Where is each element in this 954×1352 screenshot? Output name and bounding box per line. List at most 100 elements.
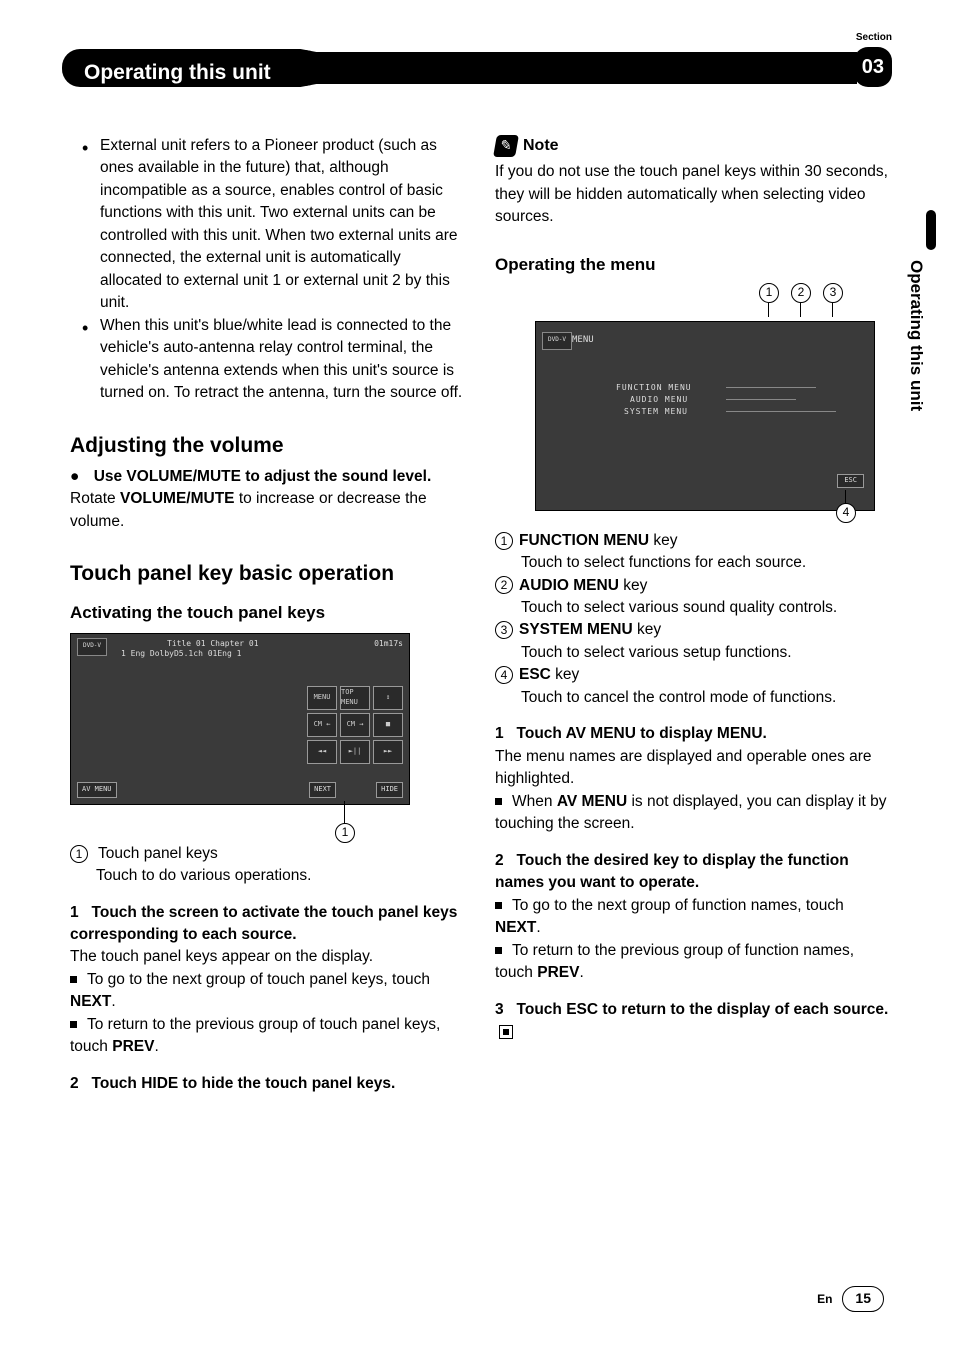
legend-desc: Touch to do various operations. [70,865,465,887]
legend-num: 1 [495,532,513,550]
text-bold: NEXT [495,919,536,936]
fig-btn[interactable]: ↕ [373,686,403,710]
footer-page: 15 [842,1286,884,1312]
square-bullet-icon [495,947,502,954]
heading-adjusting-volume: Adjusting the volume [70,431,465,460]
legend-desc: Touch to select various sound quality co… [495,597,890,619]
fig-menu-leaders [726,387,836,423]
fig-btn[interactable]: CM → [340,713,370,737]
figure-menu: DVD-V MENU FUNCTION MENU AUDIO MENU SYST… [535,321,875,511]
header-title: Operating this unit [62,49,857,87]
footer-lang: En [817,1291,832,1308]
fig-leader [832,303,833,317]
legend-num: 1 [70,845,88,863]
legend-desc: Touch to select functions for each sourc… [495,552,890,574]
text-bold: PREV [537,964,579,981]
fig-btn[interactable]: TOP MENU [340,686,370,710]
step: 1 Touch the screen to activate the touch… [70,902,465,947]
step-sub: To return to the previous group of funct… [495,940,890,985]
step-num: 1 [70,904,79,921]
legend-row: 4 ESC key [495,664,890,686]
step-line: The touch panel keys appear on the displ… [70,946,465,968]
fig-callout: 2 [791,283,811,303]
sidebar-text: Operating this unit [904,260,928,411]
note-icon: ✎ [493,135,519,157]
legend-row: 2AUDIO MENU key [495,575,890,597]
step-sub: To return to the previous group of touch… [70,1014,465,1059]
fig-esc-btn[interactable]: ESC [837,474,864,488]
fig-btn[interactable]: ■ [373,713,403,737]
intro-bullet: When this unit's blue/white lead is conn… [86,315,465,405]
fig-callout: 4 [836,503,856,523]
left-column: External unit refers to a Pioneer produc… [70,135,465,1095]
legend-tail: key [551,666,579,683]
adjust-body: Rotate VOLUME/MUTE to increase or decrea… [70,488,465,533]
fig-callout: 1 [335,823,355,843]
legend-bold: SYSTEM MENU [519,621,633,638]
step: 2 Touch the desired key to display the f… [495,850,890,895]
fig-leader [800,303,801,317]
header-section: Section 03 [854,31,892,87]
fig-info-line: 1 Eng DolbyD5.1ch 01Eng 1 [121,648,241,659]
fig-btn[interactable]: MENU [307,686,337,710]
fig-hide-btn[interactable]: HIDE [376,782,403,798]
fig-btn[interactable]: ►► [373,740,403,764]
fig-avmenu-btn[interactable]: AV MENU [77,782,117,798]
fig-legend: 1 Touch panel keys [70,843,465,865]
step-bold: Touch the desired key to display the fun… [495,852,849,891]
step: 3 Touch ESC to return to the display of … [495,999,890,1044]
bullet-dot: ● [70,468,79,485]
fig-callout: 3 [823,283,843,303]
figure-touch-panel: DVD-V Title 01 Chapter 01 01m17s 1 Eng D… [70,633,410,805]
step-bold: Touch AV MENU to display MENU. [517,725,767,742]
legend-bold: FUNCTION MENU [519,532,649,549]
step-bold: Touch ESC to return to the display of ea… [517,1001,889,1018]
text: To go to the next group of function name… [512,897,844,914]
fig-menu-item[interactable]: FUNCTION MENU [616,382,692,394]
heading-operating-menu: Operating the menu [495,253,890,277]
legend-tail: key [619,577,647,594]
step-bold: Touch HIDE to hide the touch panel keys. [92,1075,396,1092]
fig-menu-item[interactable]: AUDIO MENU [616,394,692,406]
fig-next-btn[interactable]: NEXT [309,782,336,798]
fig-elapsed: 01m17s [374,638,403,649]
step-num: 2 [495,852,504,869]
fig-menu-items: FUNCTION MENU AUDIO MENU SYSTEM MENU [616,382,692,418]
legend-row: 3SYSTEM MENU key [495,619,890,641]
text-bold: NEXT [70,993,111,1010]
footer: En 15 [817,1286,884,1312]
step-num: 1 [495,725,504,742]
subheading-activating: Activating the touch panel keys [70,601,465,625]
right-column: ✎ Note If you do not use the touch panel… [495,135,890,1095]
text: When [512,793,557,810]
step-num: 3 [495,1001,504,1018]
legend-bold: ESC [519,666,551,683]
square-bullet-icon [70,976,77,983]
text-bold: VOLUME/MUTE [120,490,235,507]
note-header: ✎ Note [495,135,890,157]
legend-row: 1FUNCTION MENU key [495,530,890,552]
note-body: If you do not use the touch panel keys w… [495,161,890,228]
text-bold: PREV [112,1038,154,1055]
fig-btn[interactable]: ◄◄ [307,740,337,764]
legend-desc: Touch to cancel the control mode of func… [495,687,890,709]
intro-bullet: External unit refers to a Pioneer produc… [86,135,465,315]
fig-btn[interactable]: ►|| [340,740,370,764]
fig-leader [845,490,846,504]
heading-touch-panel: Touch panel key basic operation [70,559,465,588]
section-number: 03 [854,47,892,87]
legend-label: Touch panel keys [98,845,218,862]
square-bullet-icon [70,1021,77,1028]
legend-tail: key [633,621,661,638]
fig-menu-item[interactable]: SYSTEM MENU [616,406,692,418]
legend-num: 4 [495,666,513,684]
step-sub: To go to the next group of function name… [495,895,890,940]
fig-callout: 1 [759,283,779,303]
legend-num: 2 [495,576,513,594]
fig-btn[interactable]: CM ← [307,713,337,737]
fig-menu-label: MENU [572,334,594,347]
step-line: The menu names are displayed and operabl… [495,746,890,791]
step-sub: To go to the next group of touch panel k… [70,969,465,1014]
square-bullet-icon [495,798,502,805]
note-label: Note [523,135,559,157]
